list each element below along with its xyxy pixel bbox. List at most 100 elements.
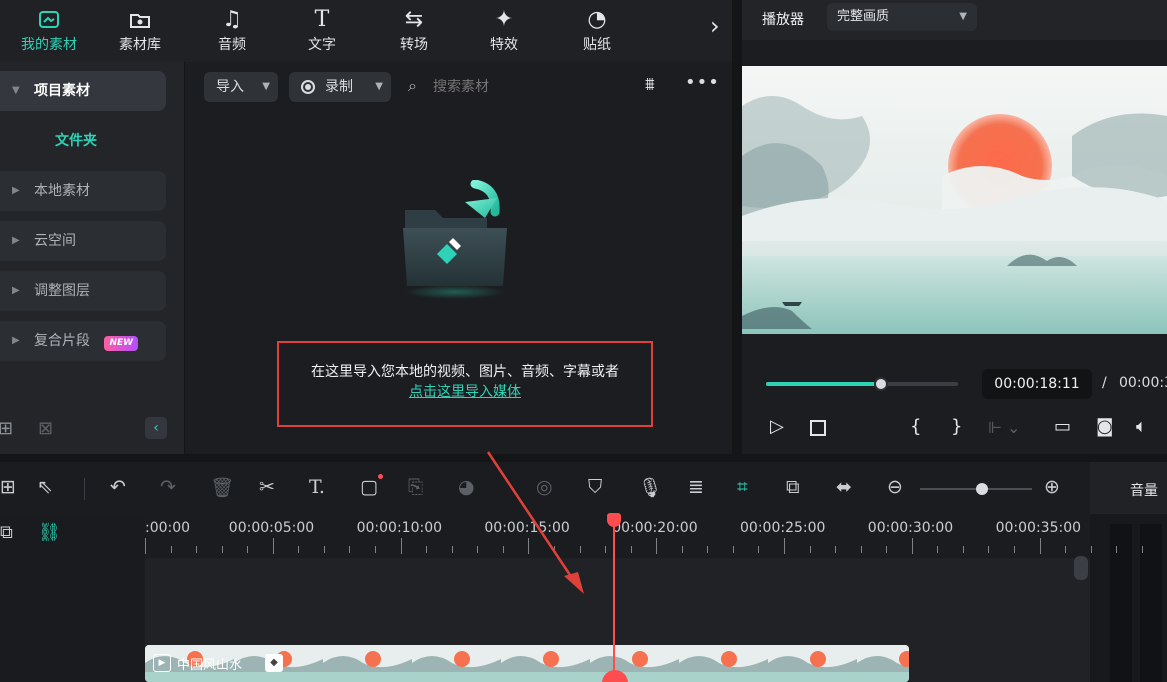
import-dropdown[interactable]: 导入 ▼ — [204, 72, 278, 102]
import-label: 导入 — [216, 79, 244, 95]
color-palette-icon[interactable]: ◕ — [458, 476, 475, 498]
volume-title: 音量 — [1130, 483, 1158, 499]
total-time: 00:00:3 — [1119, 375, 1167, 391]
chevron-down-icon: ▼ — [959, 11, 967, 22]
annotation-arrow — [486, 451, 584, 594]
speech-to-text-icon[interactable]: ⎘ — [408, 476, 423, 498]
playhead[interactable] — [613, 514, 615, 682]
audio-list-icon[interactable]: ≣ — [688, 476, 704, 498]
tab-audio[interactable]: ♫ 音频 — [197, 6, 267, 54]
more-options-icon[interactable]: ••• — [685, 72, 720, 93]
caret-down-icon: ▼ — [12, 85, 20, 96]
current-time-field[interactable]: 00:00:18:11 — [982, 369, 1092, 399]
ruler-tick-label: 00:00:10:00 — [356, 520, 443, 536]
tab-my-media[interactable]: 我的素材 — [14, 6, 84, 54]
search-input[interactable] — [433, 76, 603, 98]
text-tool-icon[interactable]: T. — [309, 476, 325, 498]
text-icon: T — [314, 7, 330, 32]
timeline-scrollbar[interactable] — [1074, 556, 1088, 580]
ruler-tick-label: 00:00:35:00 — [995, 520, 1082, 536]
playback-progress-track[interactable] — [766, 377, 958, 391]
collapse-sidebar-button[interactable]: ‹ — [145, 417, 167, 439]
display-icon[interactable]: ▭ — [1054, 416, 1071, 437]
record-icon — [301, 80, 315, 94]
time-separator: / — [1102, 375, 1107, 391]
tab-effects[interactable]: ✦ 特效 — [469, 6, 539, 54]
ruler-tick — [962, 546, 964, 553]
snapshot-icon[interactable]: ◙ — [1096, 416, 1113, 437]
microphone-icon[interactable]: 🎙︎ — [638, 476, 662, 499]
add-track-icon[interactable]: ⧉ — [0, 522, 13, 543]
ruler-tick — [860, 546, 862, 553]
ruler-tick — [221, 546, 223, 553]
sidebar-item-label: 云空间 — [34, 233, 76, 249]
mark-in-icon[interactable]: { — [910, 416, 921, 437]
clip-thumbnail — [412, 645, 501, 682]
layout-icon[interactable]: ⊞ — [0, 476, 16, 498]
ruler-tick — [1090, 546, 1092, 553]
ruler-tick — [298, 546, 300, 553]
clip-thumbnail — [679, 645, 768, 682]
sidebar-item-local[interactable]: ▶ 本地素材 — [0, 171, 166, 211]
link-icon[interactable]: ⛓︎ — [38, 522, 61, 543]
filter-icon[interactable]: ⩩ — [645, 74, 655, 95]
ruler-tick — [272, 538, 274, 554]
new-badge: NEW — [104, 336, 139, 351]
media-icon — [14, 6, 84, 34]
empty-folder-icon — [397, 179, 515, 300]
sidebar-item-project-media[interactable]: ▼ 项目素材 — [0, 71, 166, 111]
ruler-tick — [630, 546, 632, 553]
caret-right-icon: ▶ — [12, 235, 20, 246]
insert-icon[interactable]: ⊩ ⌄ — [988, 418, 1020, 437]
ruler-tick — [1039, 538, 1041, 554]
delete-icon[interactable]: 🗑︎ — [210, 476, 234, 499]
tab-text[interactable]: T 文字 — [287, 6, 357, 54]
mark-out-icon[interactable]: } — [951, 416, 962, 437]
ruler-tick — [477, 546, 479, 553]
add-folder-icon[interactable]: ⊞ — [0, 418, 13, 439]
zoom-out-icon[interactable]: ⊖ — [887, 476, 903, 498]
preview-toggle-icon[interactable]: ⧉ — [786, 476, 800, 498]
tab-transition[interactable]: ⇆ 转场 — [379, 6, 449, 54]
sidebar-item-adjustment-layer[interactable]: ▶ 调整图层 — [0, 271, 166, 311]
ruler-tick — [681, 546, 683, 553]
clip-thumbnail — [323, 645, 412, 682]
undo-icon[interactable]: ↶ — [110, 476, 126, 498]
select-tool-icon[interactable]: ⇖ — [37, 476, 53, 498]
video-clip[interactable]: ▶ 中国风山水 ◆ — [145, 645, 909, 682]
import-media-link[interactable]: 点击这里导入媒体 — [279, 381, 651, 401]
sidebar-item-folder[interactable]: 文件夹 — [0, 130, 152, 150]
import-hint-box: 在这里导入您本地的视频、图片、音频、字幕或者 点击这里导入媒体 — [277, 341, 653, 427]
fit-icon[interactable]: ⬌ — [836, 476, 852, 498]
tab-sticker[interactable]: ◔ 贴纸 — [562, 6, 632, 54]
redo-icon[interactable]: ↷ — [160, 476, 176, 498]
cut-icon[interactable]: ✂ — [259, 476, 275, 498]
ruler-tick — [886, 546, 888, 553]
ruler-tick — [170, 546, 172, 553]
playback-progress-fill — [766, 382, 882, 386]
record-dropdown[interactable]: 录制 ▼ — [289, 72, 391, 102]
quality-dropdown[interactable]: 完整画质 ▼ — [827, 3, 977, 31]
ruler-tick — [426, 546, 428, 553]
empty-state-text: 在这里导入您本地的视频、图片、音频、字幕或者 — [311, 364, 619, 380]
ruler-tick — [1141, 546, 1143, 553]
tab-library[interactable]: 素材库 — [105, 6, 175, 54]
sidebar-item-compound-clip[interactable]: ▶ 复合片段 NEW — [0, 321, 166, 361]
player-title: 播放器 — [762, 12, 804, 28]
volume-icon[interactable]: 🔈︎ — [1136, 416, 1147, 437]
video-preview[interactable] — [742, 66, 1167, 334]
play-icon[interactable]: ▷ — [770, 416, 784, 437]
delete-folder-icon[interactable]: ⊠ — [38, 418, 53, 439]
zoom-slider[interactable] — [920, 483, 1032, 495]
playhead-handle[interactable] — [607, 513, 621, 527]
marker-icon[interactable]: ⛉ — [588, 476, 602, 498]
ruler-tick — [196, 546, 198, 553]
more-tabs-arrow-icon[interactable]: › — [710, 12, 720, 40]
crop-icon[interactable]: ▢ — [360, 476, 378, 498]
zoom-in-icon[interactable]: ⊕ — [1044, 476, 1060, 498]
snap-icon[interactable]: ⌗ — [737, 476, 748, 498]
stop-icon[interactable] — [810, 420, 826, 436]
clip-title: 中国风山水 — [177, 658, 243, 673]
zoom-slider-handle[interactable] — [976, 483, 988, 495]
sidebar-item-cloud[interactable]: ▶ 云空间 — [0, 221, 166, 261]
